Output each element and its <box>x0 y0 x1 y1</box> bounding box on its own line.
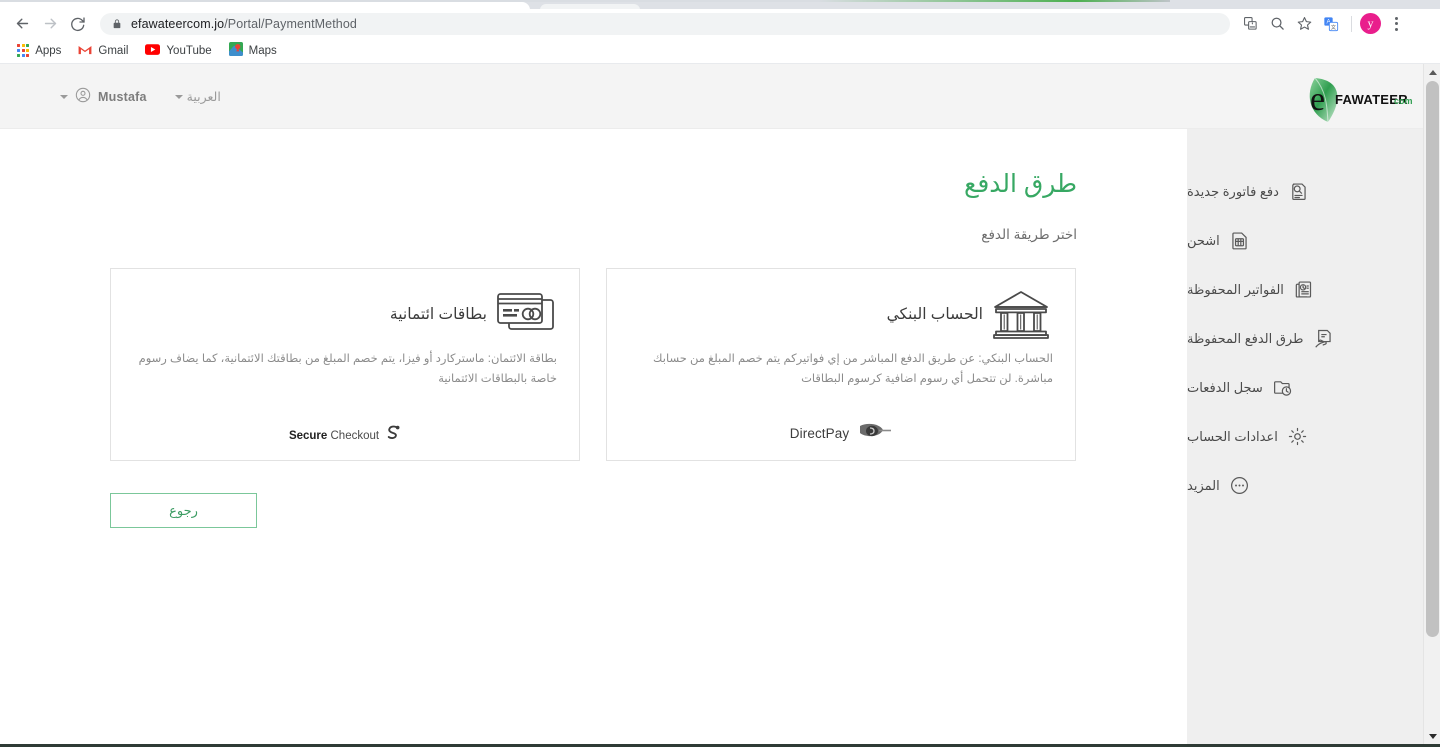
browser-window: efawateercom.jo/Portal/PaymentMethod A文 … <box>0 0 1440 747</box>
sidebar-item-label: المزيد <box>1187 477 1220 493</box>
bookmark-label: Gmail <box>98 44 129 57</box>
bookmark-label: Apps <box>35 44 62 57</box>
bank-building-icon <box>989 286 1053 342</box>
bookmark-youtube[interactable]: YouTube <box>138 42 218 60</box>
sidebar-item-label: طرق الدفع المحفوظة <box>1187 330 1304 346</box>
back-button-row: رجوع <box>110 461 1077 528</box>
user-name: Mustafa <box>98 89 147 104</box>
card-footer: DirectPay <box>607 421 1075 446</box>
page-body: طرق الدفع اختر طريقة الدفع الحساب البنكي… <box>0 129 1440 745</box>
translate-page-icon[interactable] <box>1238 12 1262 36</box>
gmail-icon <box>78 44 92 58</box>
secure-checkout-logo: Secure Checkout <box>289 425 401 446</box>
payment-card-bank-account[interactable]: الحساب البنكي الحساب البنكي: عن طريق الد… <box>606 268 1076 461</box>
sidebar: دفع فاتورة جديدة اشحن الفواتير المحفوظة … <box>1187 129 1423 745</box>
bookmark-apps[interactable]: Apps <box>10 42 68 58</box>
chevron-down-icon <box>174 94 183 99</box>
page-viewport: Mustafa العربية e FAWATEER com طرق الدفع… <box>0 64 1440 745</box>
secure-checkout-label: Secure Checkout <box>289 430 379 442</box>
svg-text:e: e <box>1310 81 1325 118</box>
directpay-logo-icon <box>858 421 892 446</box>
card-description: بطاقة الائتمان: ماستركارد أو فيزا، يتم خ… <box>138 353 557 386</box>
checkout-word: Checkout <box>327 429 380 442</box>
account-settings-gear-icon <box>1287 426 1309 448</box>
efawateercom-logo[interactable]: e FAWATEER com <box>1297 74 1413 126</box>
scroll-up-arrow-icon[interactable] <box>1424 64 1440 81</box>
card-title: الحساب البنكي <box>886 305 983 323</box>
vertical-scrollbar[interactable] <box>1423 64 1440 745</box>
site-header: Mustafa العربية e FAWATEER com <box>0 64 1440 129</box>
card-header: بطاقات ائتمانية <box>133 285 557 343</box>
toolbar-right-icons: A文 y <box>1238 12 1408 36</box>
sidebar-item-label: الفواتير المحفوظة <box>1187 281 1284 297</box>
svg-text:com: com <box>1394 96 1412 106</box>
secure-word: Secure <box>288 429 328 442</box>
bookmark-star-icon[interactable] <box>1292 12 1316 36</box>
payment-history-icon <box>1272 377 1294 399</box>
bookmark-label: YouTube <box>166 44 212 57</box>
user-menu[interactable]: Mustafa <box>60 87 175 106</box>
three-dot-menu-icon[interactable] <box>1384 12 1408 36</box>
new-bill-payment-icon <box>1288 181 1310 203</box>
sidebar-item-label: سجل الدفعات <box>1187 379 1263 395</box>
payment-method-cards: الحساب البنكي الحساب البنكي: عن طريق الد… <box>110 268 1077 461</box>
sidebar-item-more[interactable]: المزيد <box>1187 461 1423 510</box>
sidebar-item-label: دفع فاتورة جديدة <box>1187 183 1279 199</box>
lock-icon <box>112 18 122 30</box>
directpay-logo: DirectPay <box>790 421 892 446</box>
toolbar-divider <box>1351 15 1352 32</box>
bookmarks-bar: Apps Gmail YouTube Maps <box>0 38 1440 64</box>
card-title: بطاقات ائتمانية <box>389 305 487 323</box>
address-bar[interactable]: efawateercom.jo/Portal/PaymentMethod <box>100 12 1230 35</box>
profile-avatar[interactable]: y <box>1360 13 1381 34</box>
url-text: efawateercom.jo/Portal/PaymentMethod <box>131 16 357 31</box>
main-content: طرق الدفع اختر طريقة الدفع الحساب البنكي… <box>0 129 1187 745</box>
browser-tab-strip <box>0 0 1440 9</box>
card-description: الحساب البنكي: عن طريق الدفع المباشر من … <box>653 353 1053 386</box>
language-selector[interactable]: العربية <box>174 89 221 104</box>
bookmark-label: Maps <box>248 44 277 57</box>
card-header: الحساب البنكي <box>629 285 1053 343</box>
back-navigation-button[interactable]: رجوع <box>110 493 257 528</box>
page-title: طرق الدفع <box>964 170 1077 198</box>
browser-toolbar: efawateercom.jo/Portal/PaymentMethod A文 … <box>0 9 1440 38</box>
saved-bills-icon <box>1293 279 1315 301</box>
sidebar-item-label: اشحن <box>1187 232 1220 248</box>
search-icon[interactable] <box>1265 12 1289 36</box>
bookmark-gmail[interactable]: Gmail <box>71 42 135 60</box>
google-maps-icon <box>228 42 243 59</box>
bookmark-maps[interactable]: Maps <box>222 40 284 61</box>
user-circle-icon <box>75 87 91 106</box>
sidebar-item-saved-bills[interactable]: الفواتير المحفوظة <box>1187 265 1423 314</box>
payment-card-credit-cards[interactable]: بطاقات ائتمانية بطاقة الائتمان: ماستركار… <box>110 268 580 461</box>
sidebar-menu: دفع فاتورة جديدة اشحن الفواتير المحفوظة … <box>1187 129 1423 510</box>
site-header-left: Mustafa العربية <box>60 64 221 129</box>
directpay-label: DirectPay <box>789 426 850 441</box>
more-ellipsis-icon <box>1229 475 1251 497</box>
google-translate-extension-icon[interactable]: A文 <box>1319 12 1343 36</box>
sidebar-item-payment-history[interactable]: سجل الدفعات <box>1187 363 1423 412</box>
language-label: العربية <box>186 90 221 104</box>
secure-checkout-logo-icon <box>386 425 401 446</box>
chevron-down-icon <box>60 94 68 99</box>
credit-cards-icon <box>493 286 557 342</box>
sidebar-item-recharge[interactable]: اشحن <box>1187 216 1423 265</box>
sidebar-item-account-settings[interactable]: اعدادات الحساب <box>1187 412 1423 461</box>
scrollbar-thumb[interactable] <box>1426 81 1439 637</box>
active-tab[interactable] <box>0 2 530 9</box>
sidebar-item-label: اعدادات الحساب <box>1187 428 1278 444</box>
forward-button[interactable] <box>36 10 64 38</box>
youtube-icon <box>145 43 161 58</box>
sim-recharge-icon <box>1229 230 1251 252</box>
saved-payment-methods-icon <box>1312 328 1334 350</box>
reload-button[interactable] <box>64 10 92 38</box>
sidebar-item-saved-payment-methods[interactable]: طرق الدفع المحفوظة <box>1187 314 1423 363</box>
card-footer: Secure Checkout <box>111 425 579 446</box>
sidebar-item-new-bill-payment[interactable]: دفع فاتورة جديدة <box>1187 167 1423 216</box>
page-subtitle: اختر طريقة الدفع <box>981 227 1077 242</box>
back-button[interactable] <box>8 10 36 38</box>
apps-grid-icon <box>17 44 30 57</box>
scroll-down-arrow-icon[interactable] <box>1424 728 1440 745</box>
